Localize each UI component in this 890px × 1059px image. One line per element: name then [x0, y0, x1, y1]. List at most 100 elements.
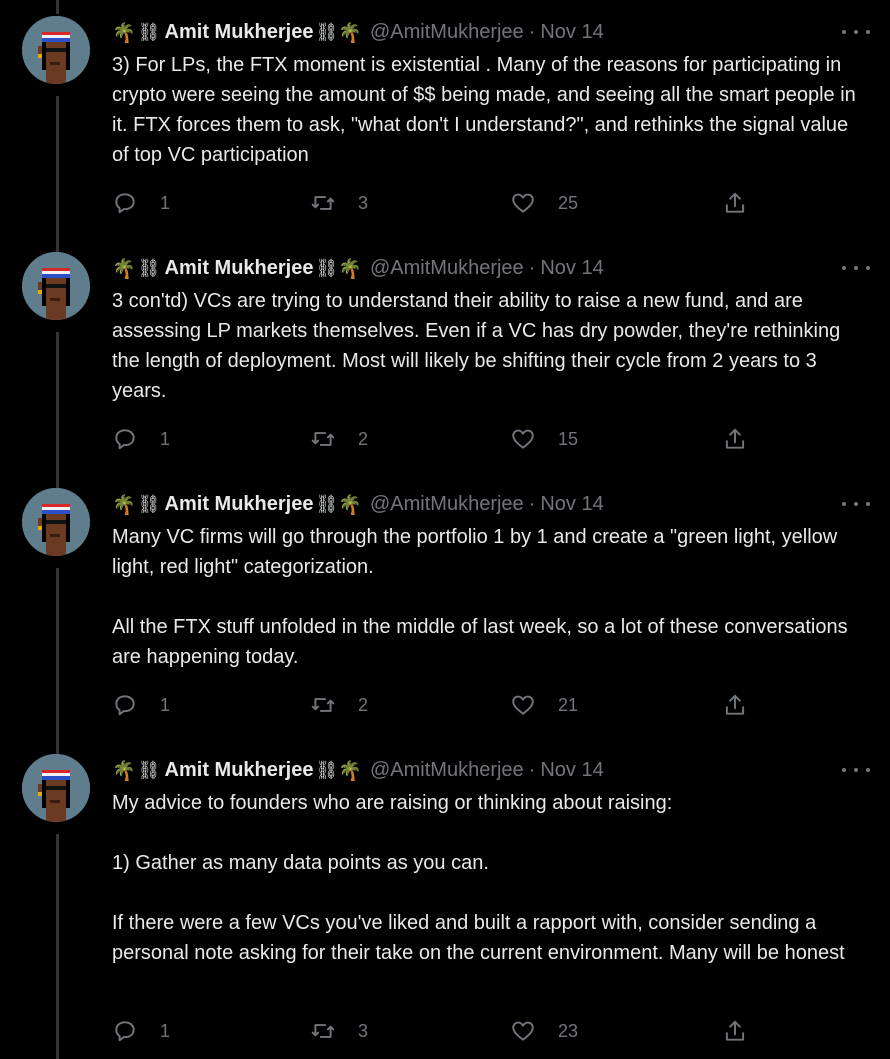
- tweet-paragraph: 1) Gather as many data points as you can…: [112, 852, 489, 874]
- retweet-icon: [311, 1024, 335, 1038]
- thread-connector: [56, 0, 59, 14]
- retweet-button[interactable]: 3: [310, 1016, 368, 1046]
- palm-tree-emoji: 🌴: [338, 257, 362, 280]
- share-icon: [725, 694, 745, 715]
- like-button[interactable]: 25: [510, 188, 578, 218]
- chain-emoji: ⛓: [137, 257, 161, 279]
- share-button[interactable]: [722, 690, 748, 720]
- separator-dot: ·: [528, 20, 536, 43]
- chain-emoji: ⛓: [137, 759, 161, 781]
- author-name[interactable]: Amit Mukherjee: [165, 759, 314, 782]
- heart-icon: [512, 193, 534, 213]
- retweet-count: 2: [358, 428, 369, 449]
- reply-button[interactable]: 1: [112, 424, 170, 454]
- tweet-paragraph: [112, 582, 862, 612]
- tweet-text: Many VC firms will go through the portfo…: [112, 522, 862, 672]
- more-icon[interactable]: [842, 494, 870, 514]
- palm-tree-emoji: 🌴: [112, 21, 136, 44]
- author-handle[interactable]: @AmitMukherjee: [370, 257, 524, 280]
- heart-icon: [512, 695, 534, 715]
- tweet-text: 3) For LPs, the FTX moment is existentia…: [112, 50, 862, 170]
- chain-emoji: ⛓: [137, 21, 161, 43]
- tweet-header: 🌴 ⛓ Amit Mukherjee ⛓ 🌴 @AmitMukherjee · …: [112, 489, 604, 519]
- author-name[interactable]: Amit Mukherjee: [165, 257, 314, 280]
- tweet-paragraph: [112, 878, 862, 908]
- palm-tree-emoji: 🌴: [112, 257, 136, 280]
- like-count: 21: [558, 694, 579, 715]
- reply-button[interactable]: 1: [112, 1016, 170, 1046]
- chain-emoji: ⛓: [315, 257, 339, 279]
- thread-connector: [56, 834, 59, 1059]
- retweet-icon: [311, 196, 335, 210]
- palm-tree-emoji: 🌴: [338, 759, 362, 782]
- share-button[interactable]: [722, 424, 748, 454]
- tweet-header: 🌴 ⛓ Amit Mukherjee ⛓ 🌴 @AmitMukherjee · …: [112, 755, 604, 785]
- palm-tree-emoji: 🌴: [112, 759, 136, 782]
- author-handle[interactable]: @AmitMukherjee: [370, 493, 524, 516]
- retweet-button[interactable]: 3: [310, 188, 368, 218]
- author-name[interactable]: Amit Mukherjee: [165, 21, 314, 44]
- tweet-date[interactable]: Nov 14: [540, 759, 603, 782]
- thread-connector: [56, 568, 59, 754]
- retweet-button[interactable]: 2: [310, 690, 368, 720]
- tweet-text: My advice to founders who are raising or…: [112, 788, 862, 968]
- reply-icon: [115, 193, 135, 214]
- author-name[interactable]: Amit Mukherjee: [165, 493, 314, 516]
- like-button[interactable]: 21: [510, 690, 578, 720]
- tweet-date[interactable]: Nov 14: [540, 257, 603, 280]
- chain-emoji: ⛓: [315, 493, 339, 515]
- like-count: 15: [558, 428, 579, 449]
- separator-dot: ·: [528, 256, 536, 279]
- like-button[interactable]: 23: [510, 1016, 578, 1046]
- like-button[interactable]: 15: [510, 424, 578, 454]
- retweet-count: 3: [358, 1020, 369, 1041]
- separator-dot: ·: [528, 492, 536, 515]
- tweet-actions: 1 3 23: [112, 1016, 752, 1046]
- reply-button[interactable]: 1: [112, 188, 170, 218]
- like-count: 23: [558, 1020, 579, 1041]
- tweet-paragraph: 3 con'td) VCs are trying to understand t…: [112, 290, 841, 402]
- thread-connector: [56, 332, 59, 488]
- chain-emoji: ⛓: [137, 493, 161, 515]
- palm-tree-emoji: 🌴: [338, 21, 362, 44]
- more-icon[interactable]: [842, 22, 870, 42]
- reply-button[interactable]: 1: [112, 690, 170, 720]
- tweet-paragraph: [112, 818, 862, 848]
- tweet-paragraph: My advice to founders who are raising or…: [112, 792, 673, 814]
- like-count: 25: [558, 192, 579, 213]
- retweet-icon: [311, 432, 335, 446]
- reply-count: 1: [160, 694, 171, 715]
- more-icon[interactable]: [842, 258, 870, 278]
- heart-icon: [512, 1021, 534, 1041]
- tweet-date[interactable]: Nov 14: [540, 493, 603, 516]
- reply-count: 1: [160, 1020, 171, 1041]
- heart-icon: [512, 429, 534, 449]
- tweet-thread: 🌴 ⛓ Amit Mukherjee ⛓ 🌴 @AmitMukherjee · …: [0, 0, 890, 1059]
- reply-icon: [115, 429, 135, 450]
- share-button[interactable]: [722, 1016, 748, 1046]
- tweet-actions: 1 2 21: [112, 690, 752, 720]
- avatar[interactable]: [22, 16, 90, 84]
- share-button[interactable]: [722, 188, 748, 218]
- avatar[interactable]: [22, 252, 90, 320]
- avatar[interactable]: [22, 754, 90, 822]
- retweet-button[interactable]: 2: [310, 424, 368, 454]
- tweet-paragraph: Many VC firms will go through the portfo…: [112, 526, 838, 578]
- reply-count: 1: [160, 192, 171, 213]
- tweet-actions: 1 2 15: [112, 424, 752, 454]
- retweet-count: 2: [358, 694, 369, 715]
- tweet-header: 🌴 ⛓ Amit Mukherjee ⛓ 🌴 @AmitMukherjee · …: [112, 17, 604, 47]
- more-icon[interactable]: [842, 760, 870, 780]
- share-icon: [725, 192, 745, 213]
- share-icon: [725, 428, 745, 449]
- author-handle[interactable]: @AmitMukherjee: [370, 759, 524, 782]
- avatar[interactable]: [22, 488, 90, 556]
- chain-emoji: ⛓: [315, 759, 339, 781]
- tweet-paragraph: If there were a few VCs you've liked and…: [112, 912, 845, 964]
- author-handle[interactable]: @AmitMukherjee: [370, 21, 524, 44]
- retweet-icon: [311, 698, 335, 712]
- tweet-paragraph: All the FTX stuff unfolded in the middle…: [112, 616, 848, 668]
- thread-connector: [56, 96, 59, 252]
- tweet-date[interactable]: Nov 14: [540, 21, 603, 44]
- tweet-actions: 1 3 25: [112, 188, 752, 218]
